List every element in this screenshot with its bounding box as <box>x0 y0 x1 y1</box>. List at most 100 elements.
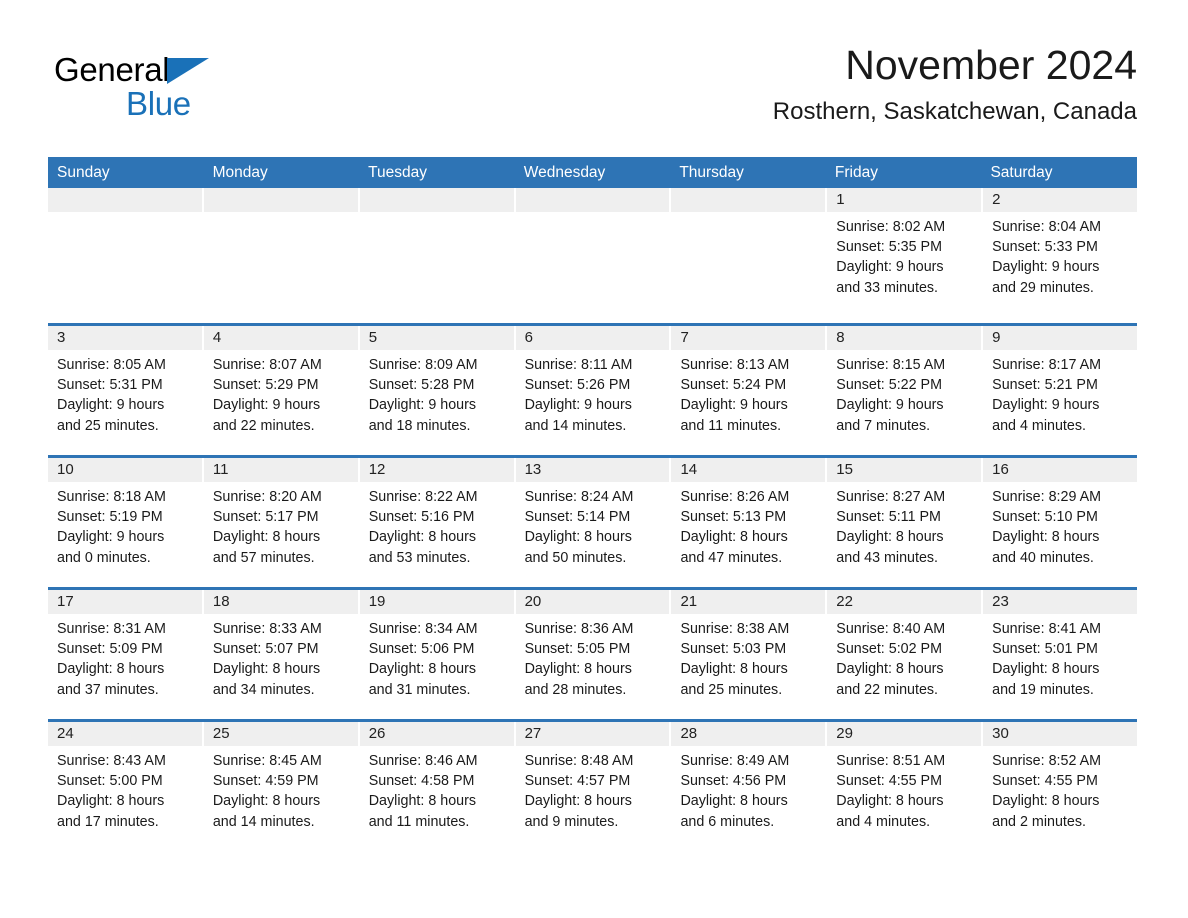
calendar-day-cell[interactable]: 8 Sunrise: 8:15 AM Sunset: 5:22 PM Daylight… <box>827 326 984 455</box>
calendar-day-cell[interactable]: 27 Sunrise: 8:48 AM Sunset: 4:57 PM Dayligh… <box>515 722 672 851</box>
daylight-text-line1: Daylight: 8 hours <box>212 661 321 678</box>
daylight-text-line1: Daylight: 8 hours <box>992 529 1100 546</box>
day-sun-info: Sunrise: 8:48 AM Sunset: 4:57 PM Daylight:… <box>516 746 670 832</box>
daylight-text-line1: Daylight: 8 hours <box>524 793 632 810</box>
calendar-day-cell[interactable]: 13 Sunrise: 8:24 AM Sunset: 5:14 PM Dayligh… <box>515 458 672 587</box>
daylight-text-line1: Daylight: 8 hours <box>836 529 944 546</box>
sunrise-text: Sunrise: 8:18 AM <box>57 489 166 505</box>
daylight-text-line2: and 22 minutes. <box>212 417 315 434</box>
calendar-day-cell[interactable]: 16 Sunrise: 8:29 AM Sunset: 5:10 PM Dayligh… <box>983 458 1138 587</box>
calendar-day-cell[interactable]: 23 Sunrise: 8:41 AM Sunset: 5:01 PM Dayligh… <box>983 590 1138 719</box>
sunrise-text: Sunrise: 8:43 AM <box>57 753 166 769</box>
sunset-text: Sunset: 5:02 PM <box>836 641 942 658</box>
calendar-day-cell[interactable]: 11 Sunrise: 8:20 AM Sunset: 5:17 PM Dayligh… <box>203 458 360 587</box>
calendar-day-cell-empty <box>515 188 672 323</box>
calendar-day-cell[interactable]: 26 Sunrise: 8:46 AM Sunset: 4:58 PM Dayligh… <box>359 722 516 851</box>
calendar-day-cell[interactable]: 9 Sunrise: 8:17 AM Sunset: 5:21 PM Daylight… <box>983 326 1138 455</box>
weekday-header-saturday: Saturday <box>990 164 1053 181</box>
calendar-day-cell[interactable]: 12 Sunrise: 8:22 AM Sunset: 5:16 PM Dayligh… <box>359 458 516 587</box>
sunset-text: Sunset: 5:21 PM <box>992 377 1098 394</box>
sunrise-text: Sunrise: 8:04 AM <box>992 219 1102 235</box>
daylight-text-line1: Daylight: 8 hours <box>992 793 1100 810</box>
sunrise-text: Sunrise: 8:02 AM <box>836 219 946 235</box>
sunrise-text: Sunrise: 8:36 AM <box>524 621 634 637</box>
calendar-day-cell[interactable]: 18 Sunrise: 8:33 AM Sunset: 5:07 PM Dayligh… <box>203 590 360 719</box>
day-number: 15 <box>827 458 982 482</box>
daylight-text-line2: and 37 minutes. <box>57 681 159 698</box>
calendar-day-cell[interactable]: 6 Sunrise: 8:11 AM Sunset: 5:26 PM Daylight… <box>515 326 672 455</box>
sunrise-text: Sunrise: 8:46 AM <box>368 753 478 769</box>
day-number: 7 <box>671 326 826 350</box>
daylight-text-line1: Daylight: 8 hours <box>212 793 321 810</box>
daylight-text-line2: and 9 minutes. <box>524 813 619 830</box>
daylight-text-line2: and 29 minutes. <box>992 279 1094 296</box>
calendar-week-row: 3 Sunrise: 8:05 AM Sunset: 5:31 PM Daylight… <box>48 323 1138 455</box>
sunset-text: Sunset: 5:22 PM <box>836 377 942 394</box>
daylight-text-line1: Daylight: 9 hours <box>992 259 1100 276</box>
calendar-day-cell[interactable]: 24 Sunrise: 8:43 AM Sunset: 5:00 PM Dayligh… <box>48 722 204 851</box>
calendar-day-cell[interactable]: 10 Sunrise: 8:18 AM Sunset: 5:19 PM Dayligh… <box>48 458 204 587</box>
calendar-day-cell[interactable]: 28 Sunrise: 8:49 AM Sunset: 4:56 PM Dayligh… <box>671 722 828 851</box>
calendar-day-cell[interactable]: 22 Sunrise: 8:40 AM Sunset: 5:02 PM Dayligh… <box>827 590 984 719</box>
calendar-day-cell[interactable]: 1 Sunrise: 8:02 AM Sunset: 5:35 PM Daylight… <box>827 188 984 323</box>
day-number <box>671 188 826 212</box>
calendar-day-cell[interactable]: 14 Sunrise: 8:26 AM Sunset: 5:13 PM Dayligh… <box>671 458 828 587</box>
calendar-day-cell[interactable]: 17 Sunrise: 8:31 AM Sunset: 5:09 PM Dayligh… <box>48 590 204 719</box>
sunrise-text: Sunrise: 8:05 AM <box>57 357 166 373</box>
day-sun-info: Sunrise: 8:04 AM Sunset: 5:33 PM Daylight:… <box>983 212 1137 298</box>
daylight-text-line1: Daylight: 8 hours <box>368 661 477 678</box>
daylight-text-line1: Daylight: 9 hours <box>368 397 477 414</box>
calendar-day-cell[interactable]: 29 Sunrise: 8:51 AM Sunset: 4:55 PM Dayligh… <box>827 722 984 851</box>
daylight-text-line2: and 0 minutes. <box>57 549 151 566</box>
weekday-header-thursday: Thursday <box>679 164 744 181</box>
daylight-text-line1: Daylight: 8 hours <box>212 529 321 546</box>
day-sun-info: Sunrise: 8:52 AM Sunset: 4:55 PM Daylight:… <box>983 746 1137 832</box>
calendar-day-cell[interactable]: 5 Sunrise: 8:09 AM Sunset: 5:28 PM Daylight… <box>359 326 516 455</box>
logo-word-blue: Blue <box>126 85 191 122</box>
sunset-text: Sunset: 5:29 PM <box>212 377 319 394</box>
sunrise-text: Sunrise: 8:26 AM <box>680 489 790 505</box>
calendar-day-cell[interactable]: 21 Sunrise: 8:38 AM Sunset: 5:03 PM Dayligh… <box>671 590 828 719</box>
general-blue-logo: General Blue <box>54 52 234 130</box>
calendar-day-cell[interactable]: 4 Sunrise: 8:07 AM Sunset: 5:29 PM Daylight… <box>203 326 360 455</box>
day-sun-info: Sunrise: 8:43 AM Sunset: 5:00 PM Daylight:… <box>48 746 202 832</box>
daylight-text-line2: and 18 minutes. <box>368 417 471 434</box>
calendar-day-cell[interactable]: 7 Sunrise: 8:13 AM Sunset: 5:24 PM Daylight… <box>671 326 828 455</box>
day-number: 16 <box>983 458 1138 482</box>
daylight-text-line1: Daylight: 9 hours <box>524 397 632 414</box>
sunset-text: Sunset: 5:07 PM <box>212 641 319 658</box>
calendar-table: Sunday Monday Tuesday Wednesday Thursday Frid… <box>48 157 1138 851</box>
calendar-body: 1 Sunrise: 8:02 AM Sunset: 5:35 PM Daylight… <box>48 188 1138 851</box>
day-number: 29 <box>827 722 982 746</box>
weekday-header-wednesday: Wednesday <box>523 164 606 181</box>
calendar-day-cell[interactable]: 25 Sunrise: 8:45 AM Sunset: 4:59 PM Dayligh… <box>203 722 360 851</box>
daylight-text-line2: and 28 minutes. <box>524 681 627 698</box>
sunset-text: Sunset: 4:55 PM <box>992 773 1098 790</box>
day-sun-info: Sunrise: 8:18 AM Sunset: 5:19 PM Daylight:… <box>48 482 202 568</box>
calendar-day-cell[interactable]: 15 Sunrise: 8:27 AM Sunset: 5:11 PM Dayligh… <box>827 458 984 587</box>
calendar-day-cell[interactable]: 30 Sunrise: 8:52 AM Sunset: 4:55 PM Dayligh… <box>983 722 1138 851</box>
sunset-text: Sunset: 5:00 PM <box>57 773 163 790</box>
day-number: 17 <box>48 590 202 614</box>
calendar-day-cell[interactable]: 19 Sunrise: 8:34 AM Sunset: 5:06 PM Dayligh… <box>359 590 516 719</box>
sunrise-text: Sunrise: 8:38 AM <box>680 621 790 637</box>
daylight-text-line2: and 14 minutes. <box>524 417 627 434</box>
sunrise-text: Sunrise: 8:51 AM <box>836 753 946 769</box>
calendar-day-cell[interactable]: 20 Sunrise: 8:36 AM Sunset: 5:05 PM Dayligh… <box>515 590 672 719</box>
calendar-day-cell[interactable]: 2 Sunrise: 8:04 AM Sunset: 5:33 PM Daylight… <box>983 188 1138 323</box>
day-sun-info: Sunrise: 8:36 AM Sunset: 5:05 PM Daylight:… <box>516 614 670 700</box>
calendar-week-row: 1 Sunrise: 8:02 AM Sunset: 5:35 PM Daylight… <box>48 188 1138 323</box>
day-number: 25 <box>203 722 358 746</box>
sunset-text: Sunset: 5:26 PM <box>524 377 631 394</box>
day-number: 5 <box>359 326 514 350</box>
sunset-text: Sunset: 5:11 PM <box>836 509 941 526</box>
sunset-text: Sunset: 5:01 PM <box>992 641 1098 658</box>
daylight-text-line1: Daylight: 9 hours <box>992 397 1100 414</box>
sunset-text: Sunset: 5:10 PM <box>992 509 1098 526</box>
sunrise-text: Sunrise: 8:45 AM <box>212 753 322 769</box>
sunset-text: Sunset: 4:58 PM <box>368 773 475 790</box>
daylight-text-line1: Daylight: 9 hours <box>836 397 944 414</box>
daylight-text-line2: and 50 minutes. <box>524 549 627 566</box>
day-number: 2 <box>983 188 1138 212</box>
calendar-day-cell[interactable]: 3 Sunrise: 8:05 AM Sunset: 5:31 PM Daylight… <box>48 326 204 455</box>
